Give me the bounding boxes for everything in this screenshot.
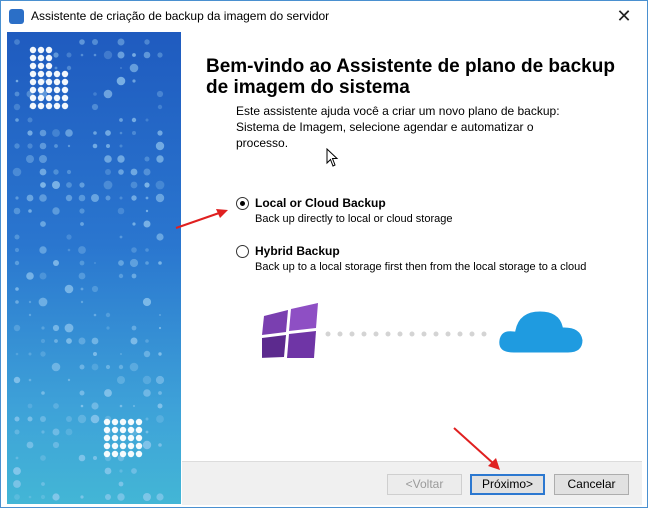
intro-text: Este assistente ajuda você a criar um no… (236, 104, 560, 150)
mouse-cursor-icon (326, 148, 339, 167)
page-title: Bem-vindo ao Assistente de plano de back… (206, 56, 615, 98)
title-bar: Assistente de criação de backup da image… (1, 1, 647, 31)
dot-pattern-graphic (12, 38, 165, 501)
radio-local-or-cloud-backup[interactable] (236, 197, 249, 210)
dotted-connector (325, 331, 487, 337)
wizard-content: Bem-vindo ao Assistente de plano de back… (182, 32, 642, 460)
option-label[interactable]: Local or Cloud Backup (255, 196, 386, 210)
cloud-icon (496, 308, 586, 356)
option-label[interactable]: Hybrid Backup (255, 244, 340, 258)
radio-hybrid-backup[interactable] (236, 245, 249, 258)
wizard-window: Assistente de criação de backup da image… (0, 0, 648, 508)
close-icon[interactable]: ✕ (601, 1, 647, 31)
back-button[interactable]: <Voltar (387, 474, 462, 495)
backup-illustration (262, 303, 586, 358)
button-bar: <Voltar Próximo> Cancelar (182, 461, 642, 505)
option-description: Back up to a local storage first then fr… (255, 261, 587, 273)
next-button[interactable]: Próximo> (470, 474, 545, 495)
app-icon (9, 9, 24, 24)
window-title: Assistente de criação de backup da image… (31, 9, 330, 23)
sidebar-banner (7, 32, 181, 504)
option-description: Back up directly to local or cloud stora… (255, 213, 453, 225)
cancel-button[interactable]: Cancelar (554, 474, 629, 495)
windows-logo-icon (262, 303, 318, 358)
